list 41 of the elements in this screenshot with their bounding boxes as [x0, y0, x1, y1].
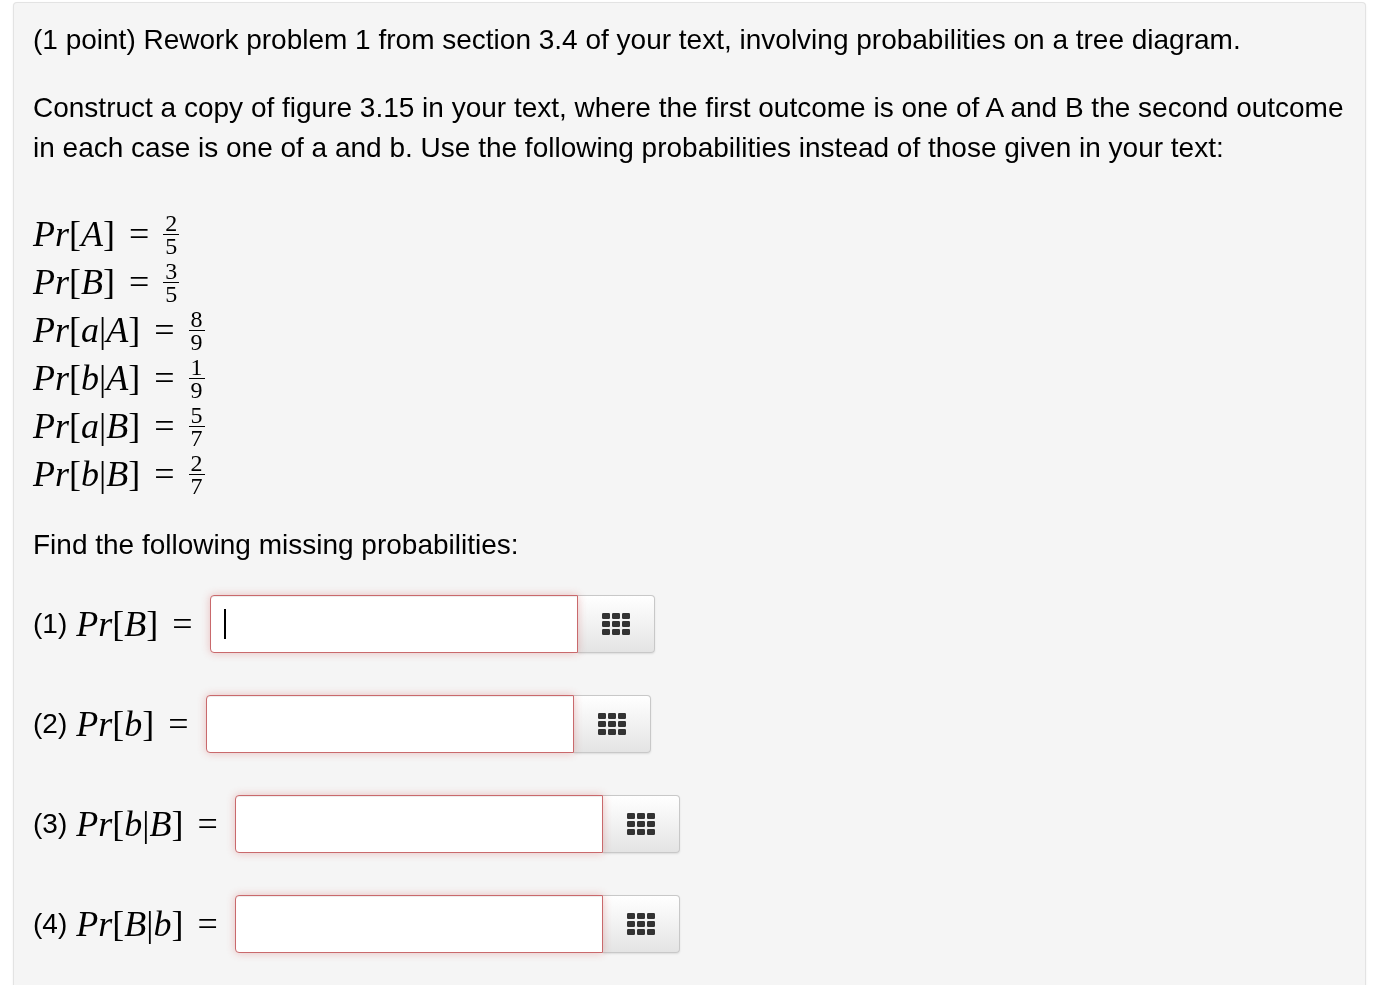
answer-field[interactable]	[209, 595, 578, 653]
math-expression: Pr[a|B] =	[33, 408, 175, 444]
math-expression: Pr[B] =	[33, 264, 150, 300]
math-expression: Pr[b] =	[76, 706, 189, 742]
grid-button[interactable]	[602, 795, 680, 853]
grid-icon	[601, 613, 630, 635]
answer-field[interactable]	[234, 895, 603, 953]
math-expression: Pr[b|A] =	[33, 360, 175, 396]
question-number: (2)	[33, 707, 68, 741]
grid-icon	[626, 913, 655, 935]
fraction-denominator: 9	[189, 378, 204, 401]
math-expression: Pr[B] =	[76, 606, 193, 642]
math-expression: Pr[b|B] =	[33, 456, 175, 492]
math-expression: Pr[b|B] =	[76, 806, 218, 842]
answer-field[interactable]	[234, 795, 603, 853]
grid-button[interactable]	[577, 595, 655, 653]
question-number: (4)	[33, 907, 68, 941]
fraction-denominator: 5	[164, 234, 179, 257]
question-number: (3)	[33, 807, 68, 841]
fraction-denominator: 7	[189, 426, 204, 449]
fraction-denominator: 9	[189, 330, 204, 353]
question-number: (1)	[33, 607, 68, 641]
grid-icon	[626, 813, 655, 835]
fraction-numerator: 5	[188, 403, 205, 427]
math-expression: Pr[A] =	[33, 216, 150, 252]
grid-button[interactable]	[602, 895, 680, 953]
fraction-denominator: 5	[164, 282, 179, 305]
problem-text: Construct a copy of figure 3.15 in your text, where the first outcome is one of A and B the second outcome in each case is one of a and b. Use the following probabilities instead of those given in your text:	[33, 91, 1345, 165]
problem-heading: (1 point) Rework problem 1 from section 3.4 of your text, involving probabilities on a tree diagram.	[33, 23, 1242, 57]
fraction-numerator: 2	[188, 451, 205, 475]
math-expression: Pr[B|b] =	[76, 906, 218, 942]
answer-field[interactable]	[205, 695, 574, 753]
fraction-numerator: 3	[163, 259, 180, 283]
grid-icon	[597, 713, 626, 735]
fraction-denominator: 7	[189, 474, 204, 497]
math-expression: Pr[a|A] =	[33, 312, 175, 348]
grid-button[interactable]	[573, 695, 651, 753]
fraction-numerator: 1	[188, 355, 205, 379]
fraction-numerator: 8	[188, 307, 205, 331]
fraction-numerator: 2	[163, 211, 180, 235]
instruction-text: Find the following missing probabilities:	[33, 528, 520, 562]
